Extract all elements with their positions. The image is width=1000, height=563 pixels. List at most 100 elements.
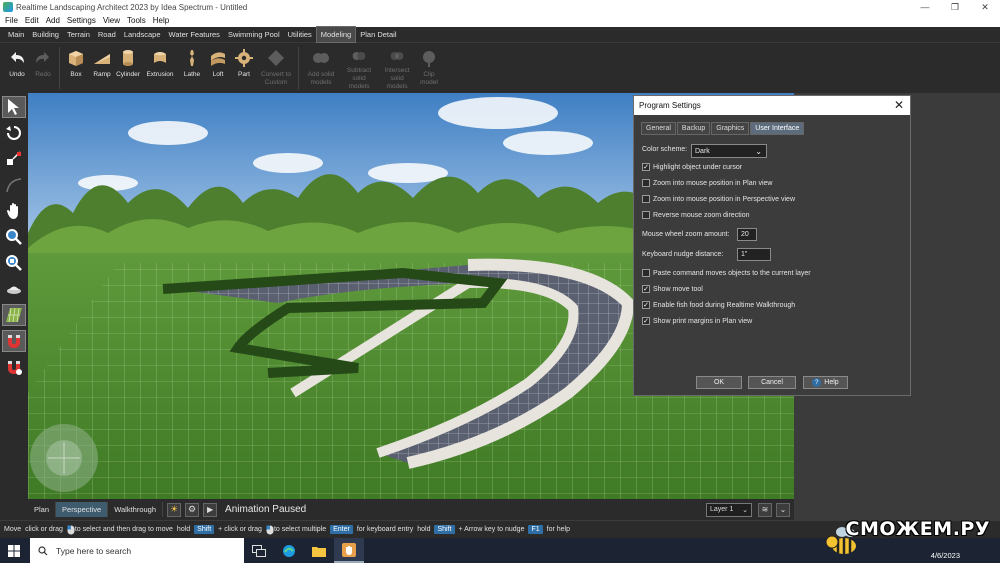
taskbar-search[interactable]: Type here to search: [30, 538, 244, 563]
option-checkbox[interactable]: [642, 179, 650, 187]
dialog-tab-backup[interactable]: Backup: [676, 122, 711, 135]
tab-modeling[interactable]: Modeling: [315, 26, 357, 43]
tab-building[interactable]: Building: [28, 27, 63, 42]
dialog-tab-graphics[interactable]: Graphics: [711, 122, 750, 135]
maximize-button[interactable]: ❐: [940, 0, 970, 14]
taskbar-edge[interactable]: [274, 538, 304, 563]
box-icon: [69, 51, 83, 66]
dialog-close-icon[interactable]: ✕: [894, 98, 904, 112]
sun-icon: ☀: [169, 504, 179, 514]
navigation-compass[interactable]: [30, 424, 98, 492]
undo-icon: [11, 52, 24, 63]
zoom-window-tool[interactable]: [2, 252, 26, 274]
minimize-button[interactable]: —: [910, 0, 940, 14]
tab-swimming-pool[interactable]: Swimming Pool: [224, 27, 284, 42]
taskbar-landscaping-app[interactable]: [334, 538, 364, 563]
cylinder-button[interactable]: Cylinder: [115, 45, 141, 91]
sun-button[interactable]: ☀: [167, 502, 182, 517]
view-tab-perspective[interactable]: Perspective: [56, 502, 109, 517]
settings-button[interactable]: ⚙: [185, 502, 200, 517]
loft-button[interactable]: Loft: [205, 45, 231, 91]
zoom-amount-input[interactable]: 20: [737, 228, 757, 241]
close-button[interactable]: ✕: [970, 0, 1000, 14]
tab-road[interactable]: Road: [94, 27, 120, 42]
lathe-button[interactable]: Lathe: [179, 45, 205, 91]
dialog-tab-general[interactable]: General: [641, 122, 676, 135]
redo-button[interactable]: Redo: [30, 45, 56, 91]
option-checkbox[interactable]: ✓: [642, 285, 650, 293]
camera-tool[interactable]: [2, 278, 26, 300]
snap-object-tool[interactable]: [2, 356, 26, 378]
tab-main[interactable]: Main: [4, 27, 28, 42]
part-button[interactable]: Part: [231, 45, 257, 91]
subtract-solid-models-button[interactable]: Subtract solid models: [340, 45, 378, 91]
convert-icon: [268, 50, 284, 66]
select-tool[interactable]: [2, 96, 26, 118]
menu-file[interactable]: File: [2, 16, 21, 25]
dialog-body: Color scheme: Dark ⌄ ✓ Highlight object …: [635, 137, 910, 393]
option-label: Reverse mouse zoom direction: [653, 211, 750, 219]
curve-tool[interactable]: [2, 174, 26, 196]
extrusion-button[interactable]: Extrusion: [141, 45, 179, 91]
clip-model-button[interactable]: Clip model: [416, 45, 442, 91]
dialog-title-bar: Program Settings: [634, 96, 910, 115]
option-row[interactable]: ✓ Show print margins in Plan view: [642, 317, 752, 325]
intersect-solid-models-button[interactable]: Intersect solid models: [378, 45, 416, 91]
layers-button[interactable]: ≋: [758, 502, 772, 517]
windows-taskbar: Type here to search СМОЖЕМ.РУ 4/6/2023: [0, 518, 1000, 563]
ramp-button[interactable]: Ramp: [89, 45, 115, 91]
tab-terrain[interactable]: Terrain: [63, 27, 94, 42]
taskbar-file-explorer[interactable]: [304, 538, 334, 563]
box-button[interactable]: Box: [63, 45, 89, 91]
add-solid-models-button[interactable]: Add solid models: [302, 45, 340, 91]
menu-help[interactable]: Help: [150, 16, 172, 25]
option-checkbox[interactable]: [642, 211, 650, 219]
option-checkbox[interactable]: ✓: [642, 317, 650, 325]
option-row[interactable]: Reverse mouse zoom direction: [642, 211, 750, 219]
option-checkbox[interactable]: ✓: [642, 163, 650, 171]
view-tab-plan[interactable]: Plan: [28, 502, 57, 517]
resize-tool[interactable]: [2, 148, 26, 170]
dialog-tab-user-interface[interactable]: User Interface: [750, 122, 805, 135]
taskbar-task-view[interactable]: [244, 538, 274, 563]
tab-plan-detail[interactable]: Plan Detail: [356, 27, 400, 42]
option-row[interactable]: Zoom into mouse position in Perspective …: [642, 195, 795, 203]
snap-tool[interactable]: [2, 330, 26, 352]
option-row[interactable]: ✓ Show move tool: [642, 285, 703, 293]
option-checkbox[interactable]: [642, 269, 650, 277]
view-tab-walkthrough[interactable]: Walkthrough: [108, 502, 164, 517]
option-checkbox[interactable]: [642, 195, 650, 203]
option-row[interactable]: ✓ Highlight object under cursor: [642, 163, 742, 171]
menu-settings[interactable]: Settings: [64, 16, 99, 25]
undo-button[interactable]: Undo: [4, 45, 30, 91]
nudge-distance-input[interactable]: 1": [737, 248, 771, 261]
tab-water-features[interactable]: Water Features: [165, 27, 224, 42]
cancel-button[interactable]: Cancel: [748, 376, 796, 389]
start-button[interactable]: [0, 538, 28, 563]
zoom-tool[interactable]: [2, 226, 26, 248]
convert-to-custom-button[interactable]: Convert to Custom: [257, 45, 295, 91]
menu-tools[interactable]: Tools: [124, 16, 149, 25]
menu-add[interactable]: Add: [43, 16, 63, 25]
lathe-icon: [190, 50, 194, 66]
ok-button[interactable]: OK: [696, 376, 742, 389]
tab-landscape[interactable]: Landscape: [120, 27, 165, 42]
zoom-extents-icon: [6, 255, 22, 271]
color-scheme-select[interactable]: Dark ⌄: [691, 144, 767, 158]
rotate-tool[interactable]: [2, 122, 26, 144]
status-mode: Move: [4, 526, 22, 533]
help-button[interactable]: ? Help: [803, 376, 848, 389]
option-checkbox[interactable]: ✓: [642, 301, 650, 309]
menu-view[interactable]: View: [100, 16, 123, 25]
grid-tool[interactable]: [2, 304, 26, 326]
layer-select[interactable]: Layer 1 ⌄: [706, 502, 752, 517]
layer-menu-button[interactable]: ⌄: [776, 502, 790, 517]
tab-utilities[interactable]: Utilities: [284, 27, 316, 42]
option-row[interactable]: ✓ Enable fish food during Realtime Walkt…: [642, 301, 795, 309]
f1-key-badge: F1: [528, 525, 543, 534]
play-button[interactable]: ▶: [203, 502, 218, 517]
option-row[interactable]: Paste command moves objects to the curre…: [642, 269, 811, 277]
pan-tool[interactable]: [2, 200, 26, 222]
menu-edit[interactable]: Edit: [22, 16, 42, 25]
option-row[interactable]: Zoom into mouse position in Plan view: [642, 179, 772, 187]
